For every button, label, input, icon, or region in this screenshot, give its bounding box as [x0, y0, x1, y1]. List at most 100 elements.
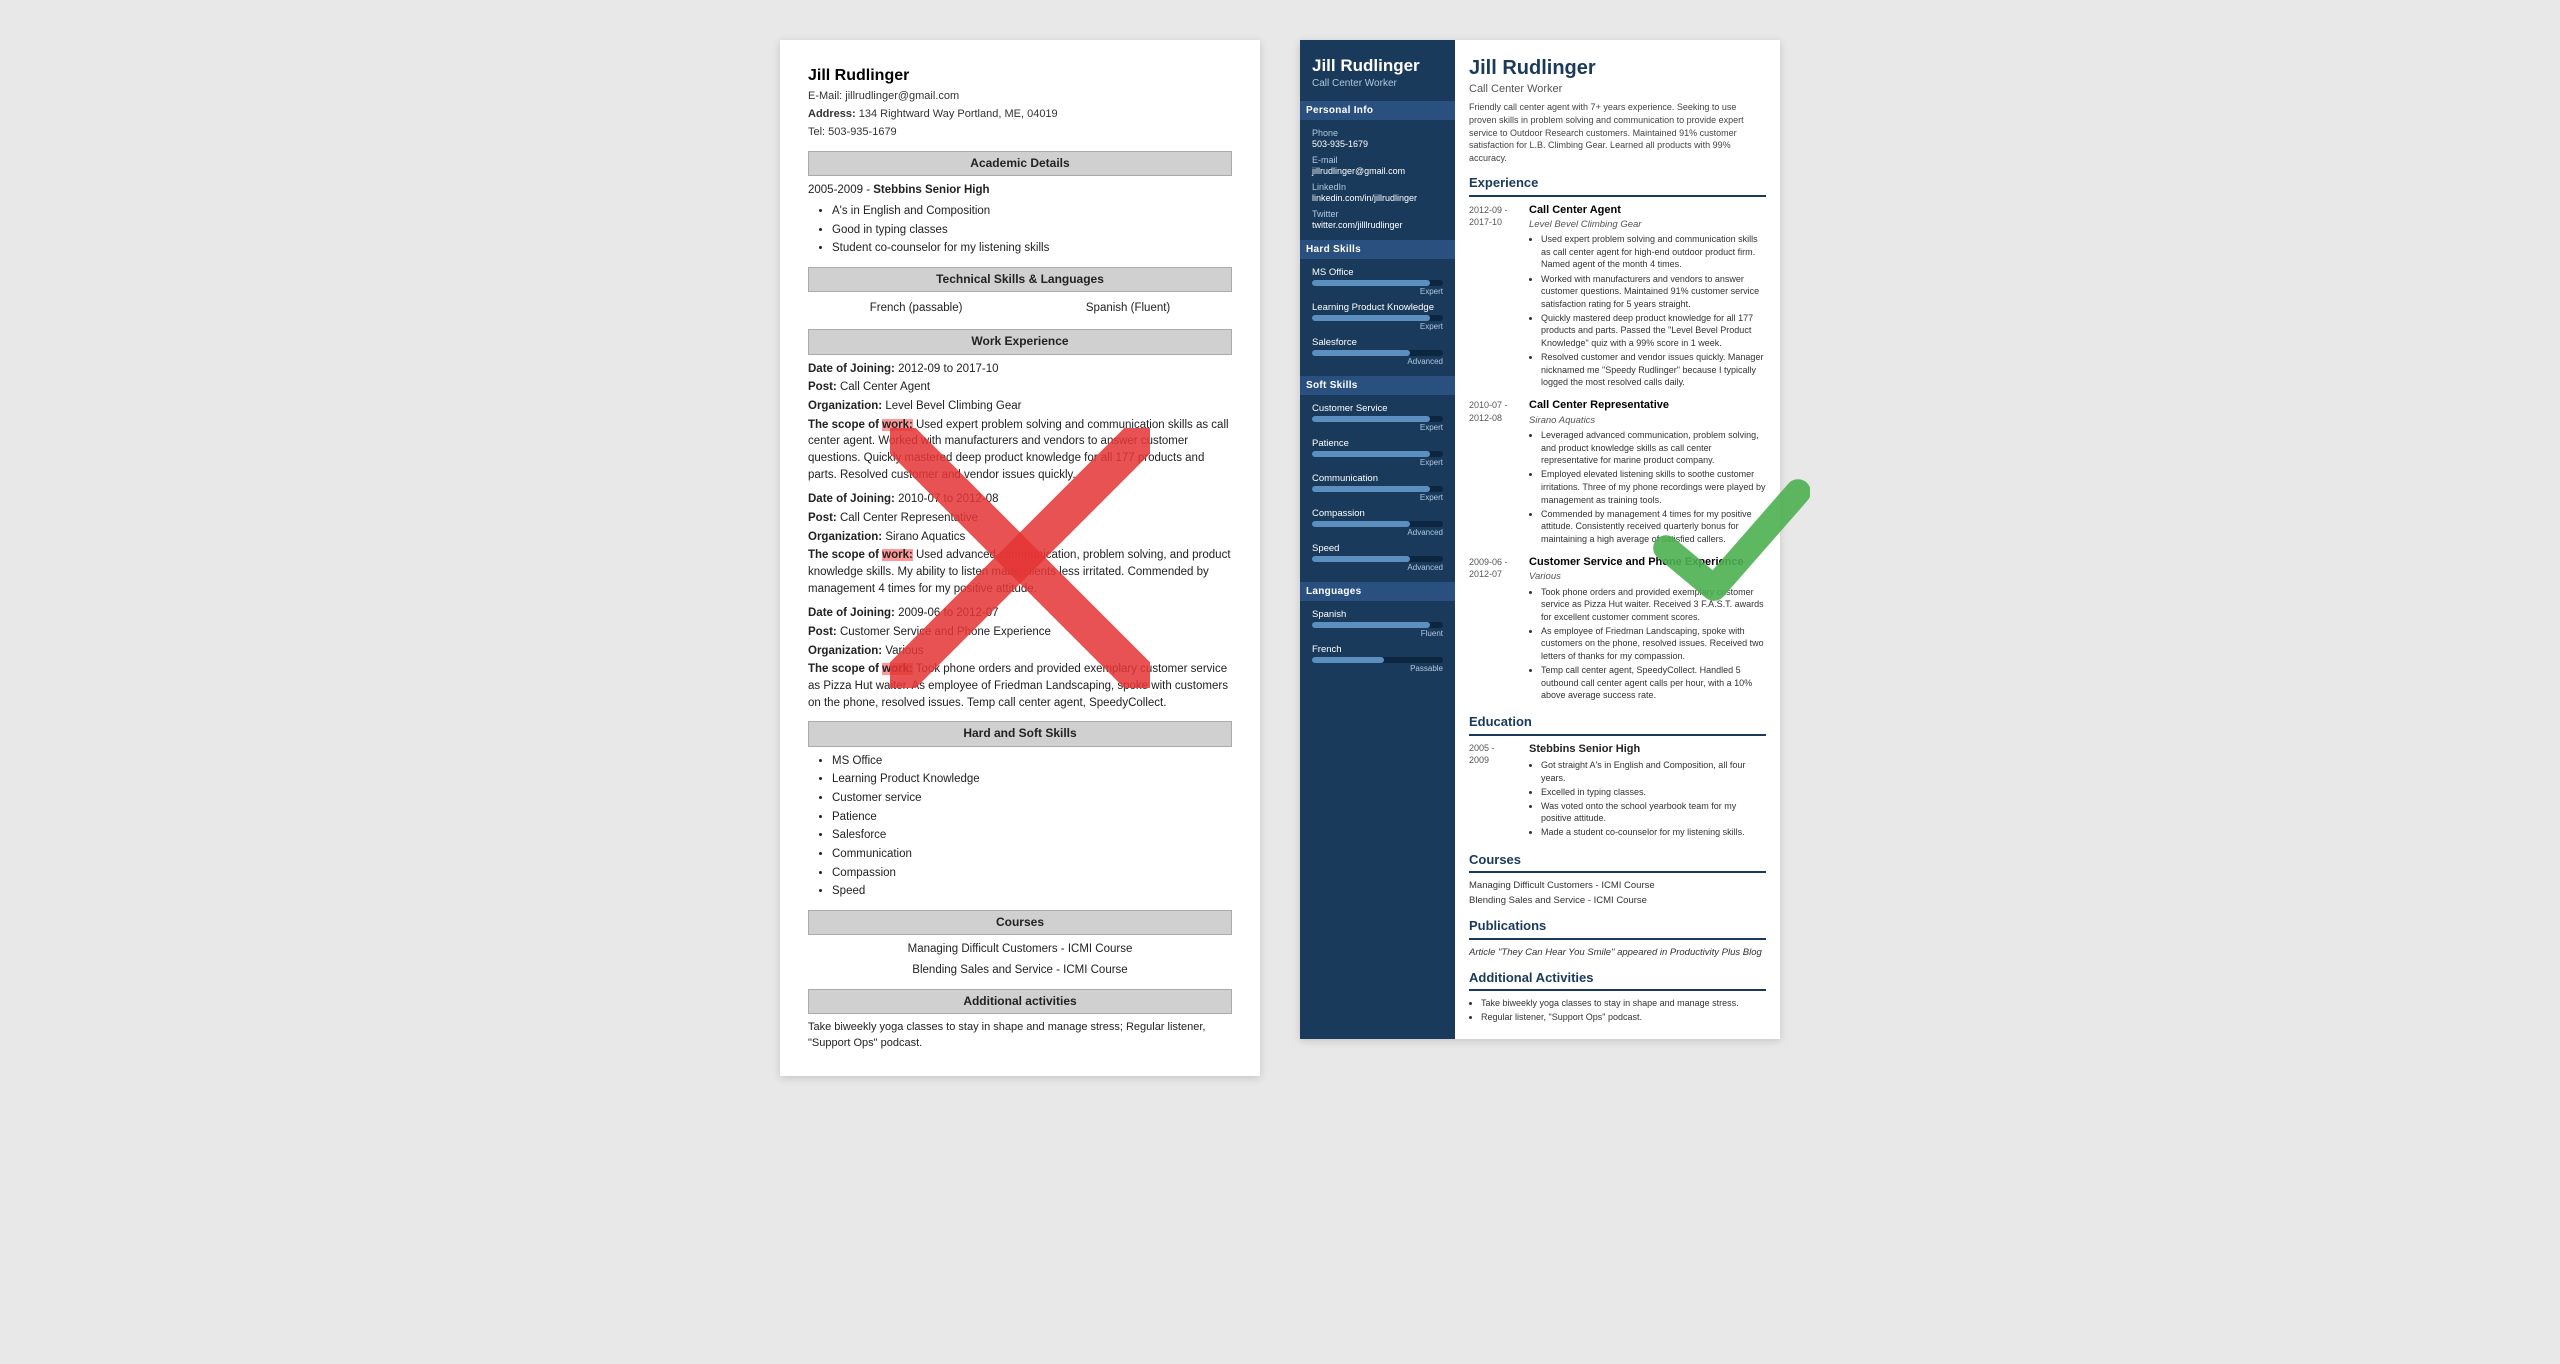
- right-name: Jill Rudlinger: [1469, 54, 1766, 82]
- exp-2-title: Call Center Representative: [1529, 398, 1766, 413]
- work-entry-1: Date of Joining: 2012-09 to 2017-10 Post…: [808, 361, 1232, 484]
- additional-b1: Take biweekly yoga classes to stay in sh…: [1481, 997, 1766, 1010]
- skill-2: Learning Product Knowledge: [832, 771, 1232, 788]
- skills-header: Technical Skills & Languages: [808, 267, 1232, 292]
- exp-3-company: Various: [1529, 570, 1766, 583]
- edu-entry-1: 2005 -2009 Stebbins Senior High Got stra…: [1469, 742, 1766, 841]
- speed-bar-fill: [1312, 556, 1410, 562]
- exp-1-b1: Used expert problem solving and communic…: [1541, 233, 1766, 271]
- education-section-title: Education: [1469, 713, 1766, 735]
- twitter-value: twitter.com/jilllrudlinger: [1312, 220, 1443, 230]
- ms-office-bar-bg: [1312, 280, 1443, 286]
- exp-3-b3: Temp call center agent, SpeedyCollect. H…: [1541, 664, 1766, 702]
- sidebar: Jill Rudlinger Call Center Worker Person…: [1300, 40, 1455, 1039]
- patience-label: Patience: [1312, 438, 1443, 449]
- courses-header: Courses: [808, 910, 1232, 935]
- sidebar-name: Jill Rudlinger: [1312, 56, 1443, 76]
- exp-2-b3: Commended by management 4 times for my p…: [1541, 508, 1766, 546]
- spanish-bar-fill: [1312, 622, 1430, 628]
- academic-bullet-2: Good in typing classes: [832, 222, 1232, 239]
- compassion-bar-bg: [1312, 521, 1443, 527]
- skill-1: MS Office: [832, 753, 1232, 770]
- work-entry-2: Date of Joining: 2010-07 to 2012-08 Post…: [808, 491, 1232, 597]
- soft-skill-cs: Customer Service Expert: [1312, 403, 1443, 432]
- w3-post: Post: Customer Service and Phone Experie…: [808, 624, 1232, 641]
- soft-skill-compassion: Compassion Advanced: [1312, 508, 1443, 537]
- ms-office-bar-fill: [1312, 280, 1430, 286]
- soft-skills-section: Soft Skills: [1300, 376, 1455, 395]
- exp-2-dates: 2010-07 -2012-08: [1469, 398, 1521, 547]
- skill-7: Compassion: [832, 865, 1232, 882]
- academic-dates: 2005-2009 -: [808, 184, 870, 196]
- cs-bar-bg: [1312, 416, 1443, 422]
- exp-3-dates: 2009-06 -2012-07: [1469, 555, 1521, 704]
- hard-skill-salesforce: Salesforce Advanced: [1312, 337, 1443, 366]
- cs-label: Customer Service: [1312, 403, 1443, 414]
- address-value: 134 Rightward Way Portland, ME, 04019: [859, 108, 1058, 120]
- exp-1-b3: Quickly mastered deep product knowledge …: [1541, 312, 1766, 350]
- twitter-label: Twitter: [1312, 209, 1443, 219]
- hard-skill-ms-office: MS Office Expert: [1312, 267, 1443, 296]
- skill-6: Communication: [832, 846, 1232, 863]
- edu-1-body: Stebbins Senior High Got straight A's in…: [1529, 742, 1766, 841]
- exp-1-b2: Worked with manufacturers and vendors to…: [1541, 273, 1766, 311]
- exp-3-body: Customer Service and Phone Experience Va…: [1529, 555, 1766, 704]
- hard-soft-skills-list: MS Office Learning Product Knowledge Cus…: [808, 753, 1232, 900]
- resume-left: Jill Rudlinger E-Mail: jillrudlinger@gma…: [780, 40, 1260, 1076]
- sidebar-title: Call Center Worker: [1312, 78, 1443, 89]
- left-contact-address: Address: 134 Rightward Way Portland, ME,…: [808, 107, 1232, 123]
- course-1: Managing Difficult Customers - ICMI Cour…: [808, 941, 1232, 958]
- courses-section-title: Courses: [1469, 851, 1766, 873]
- w1-scope: The scope of work: Used expert problem s…: [808, 417, 1232, 484]
- linkedin-label: LinkedIn: [1312, 182, 1443, 192]
- academic-bullet-3: Student co-counselor for my listening sk…: [832, 240, 1232, 257]
- left-contact-email: E-Mail: jillrudlinger@gmail.com: [808, 89, 1232, 105]
- french-label: French: [1312, 644, 1443, 655]
- email-value: jillrudlinger@gmail.com: [1312, 166, 1443, 176]
- experience-section-title: Experience: [1469, 174, 1766, 196]
- exp-2-company: Sirano Aquatics: [1529, 414, 1766, 427]
- exp-1-dates: 2012-09 -2017-10: [1469, 203, 1521, 391]
- lpk-level: Expert: [1312, 322, 1443, 331]
- phone-label: Phone: [1312, 128, 1443, 138]
- communication-bar-fill: [1312, 486, 1430, 492]
- lang-spanish-bar: Spanish Fluent: [1312, 609, 1443, 638]
- exp-1-body: Call Center Agent Level Bevel Climbing G…: [1529, 203, 1766, 391]
- exp-2-b1: Leveraged advanced communication, proble…: [1541, 429, 1766, 467]
- academic-bullet-1: A's in English and Composition: [832, 203, 1232, 220]
- exp-1-company: Level Bevel Climbing Gear: [1529, 218, 1766, 231]
- lpk-label: Learning Product Knowledge: [1312, 302, 1443, 313]
- main-content: Jill Rudlinger Call Center Worker Friend…: [1455, 40, 1780, 1039]
- personal-info-section: Personal Info: [1300, 101, 1455, 120]
- spanish-label: Spanish: [1312, 609, 1443, 620]
- right-title: Call Center Worker: [1469, 82, 1766, 97]
- exp-2-bullets: Leveraged advanced communication, proble…: [1529, 429, 1766, 545]
- soft-skill-communication: Communication Expert: [1312, 473, 1443, 502]
- salesforce-label: Salesforce: [1312, 337, 1443, 348]
- salesforce-level: Advanced: [1312, 357, 1443, 366]
- edu-1-b4: Made a student co-counselor for my liste…: [1541, 826, 1766, 839]
- email-label: E-mail: [1312, 155, 1443, 165]
- communication-label: Communication: [1312, 473, 1443, 484]
- edu-1-school: Stebbins Senior High: [1529, 742, 1766, 757]
- communication-level: Expert: [1312, 493, 1443, 502]
- lang-french-bar: French Passable: [1312, 644, 1443, 673]
- w2-post: Post: Call Center Representative: [808, 510, 1232, 527]
- edu-1-b2: Excelled in typing classes.: [1541, 786, 1766, 799]
- course-right-2: Blending Sales and Service - ICMI Course: [1469, 894, 1766, 907]
- additional-bullets: Take biweekly yoga classes to stay in sh…: [1469, 997, 1766, 1024]
- publications-section-title: Publications: [1469, 917, 1766, 939]
- soft-skill-speed: Speed Advanced: [1312, 543, 1443, 572]
- exp-entry-2: 2010-07 -2012-08 Call Center Representat…: [1469, 398, 1766, 547]
- skill-5: Salesforce: [832, 827, 1232, 844]
- exp-3-title: Customer Service and Phone Experience: [1529, 555, 1766, 570]
- w2-org: Organization: Sirano Aquatics: [808, 529, 1232, 546]
- academic-dates-school: 2005-2009 - Stebbins Senior High: [808, 182, 1232, 199]
- hardsoft-header: Hard and Soft Skills: [808, 721, 1232, 746]
- publication-text: Article "They Can Hear You Smile" appear…: [1469, 946, 1766, 959]
- spanish-level: Fluent: [1312, 629, 1443, 638]
- patience-bar-bg: [1312, 451, 1443, 457]
- right-summary: Friendly call center agent with 7+ years…: [1469, 101, 1766, 164]
- w1-post: Post: Call Center Agent: [808, 379, 1232, 396]
- lang-french: French (passable): [870, 300, 963, 317]
